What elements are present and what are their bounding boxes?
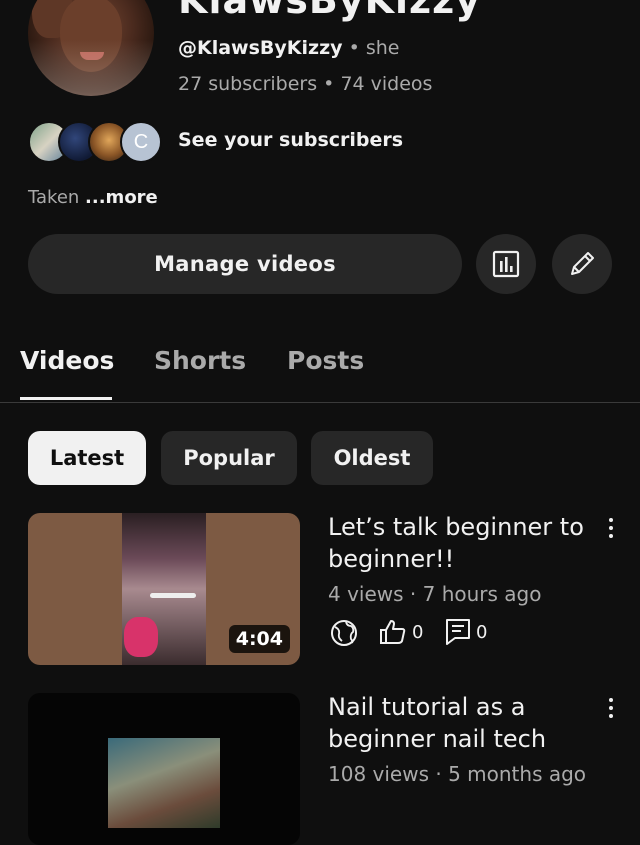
handle-separator: • bbox=[348, 37, 360, 59]
channel-pronouns: she bbox=[365, 37, 400, 59]
tab-videos[interactable]: Videos bbox=[20, 346, 114, 375]
video-title[interactable]: Let’s talk beginner to beginner!! bbox=[328, 511, 588, 575]
description-text: Taken bbox=[28, 187, 80, 208]
video-more-options-button[interactable] bbox=[598, 693, 624, 723]
comment-count: 0 bbox=[476, 621, 488, 643]
edit-channel-button[interactable] bbox=[552, 234, 612, 294]
subscriber-avatar-initial: C bbox=[120, 121, 162, 163]
tab-shorts[interactable]: Shorts bbox=[154, 346, 246, 375]
active-tab-indicator bbox=[20, 397, 112, 400]
pencil-icon bbox=[571, 252, 594, 275]
video-more-options-button[interactable] bbox=[598, 513, 624, 543]
video-meta: 108 views · 5 months ago bbox=[328, 762, 587, 786]
see-subscribers-link[interactable]: See your subscribers bbox=[178, 129, 403, 151]
thumbs-up-icon bbox=[380, 620, 406, 644]
comments-stat: 0 bbox=[444, 617, 487, 647]
channel-stats: 27 subscribers • 74 videos bbox=[178, 73, 432, 95]
channel-handle: @KlawsByKizzy bbox=[178, 37, 343, 59]
more-link[interactable]: ...more bbox=[85, 187, 158, 208]
channel-handle-line: @KlawsByKizzy • she bbox=[178, 37, 399, 59]
video-title[interactable]: Nail tutorial as a beginner nail tech bbox=[328, 691, 588, 755]
stats-separator: • bbox=[323, 73, 335, 95]
video-duration: 4:04 bbox=[228, 625, 290, 653]
visibility-public bbox=[328, 617, 360, 649]
filter-chip-oldest[interactable]: Oldest bbox=[311, 431, 433, 485]
video-meta: 4 views · 7 hours ago bbox=[328, 582, 542, 606]
channel-name: KlawsByKizzy bbox=[178, 0, 482, 22]
video-thumbnail[interactable]: 4:04 bbox=[28, 513, 300, 665]
globe-icon bbox=[331, 620, 357, 646]
channel-tabs: Videos Shorts Posts bbox=[0, 340, 640, 403]
video-thumbnail[interactable] bbox=[28, 693, 300, 845]
analytics-button[interactable] bbox=[476, 234, 536, 294]
manage-videos-button[interactable]: Manage videos bbox=[28, 234, 462, 294]
subscriber-count: 27 subscribers bbox=[178, 73, 318, 95]
tab-posts[interactable]: Posts bbox=[287, 346, 364, 375]
bar-chart-icon bbox=[492, 250, 520, 278]
filter-chip-latest[interactable]: Latest bbox=[28, 431, 146, 485]
channel-avatar[interactable] bbox=[28, 0, 154, 96]
like-count: 0 bbox=[412, 621, 424, 643]
comment-icon bbox=[446, 619, 470, 645]
channel-description[interactable]: Taken ...more bbox=[28, 187, 158, 208]
filter-chip-popular[interactable]: Popular bbox=[161, 431, 297, 485]
likes-stat: 0 bbox=[378, 617, 423, 647]
video-count: 74 videos bbox=[340, 73, 433, 95]
